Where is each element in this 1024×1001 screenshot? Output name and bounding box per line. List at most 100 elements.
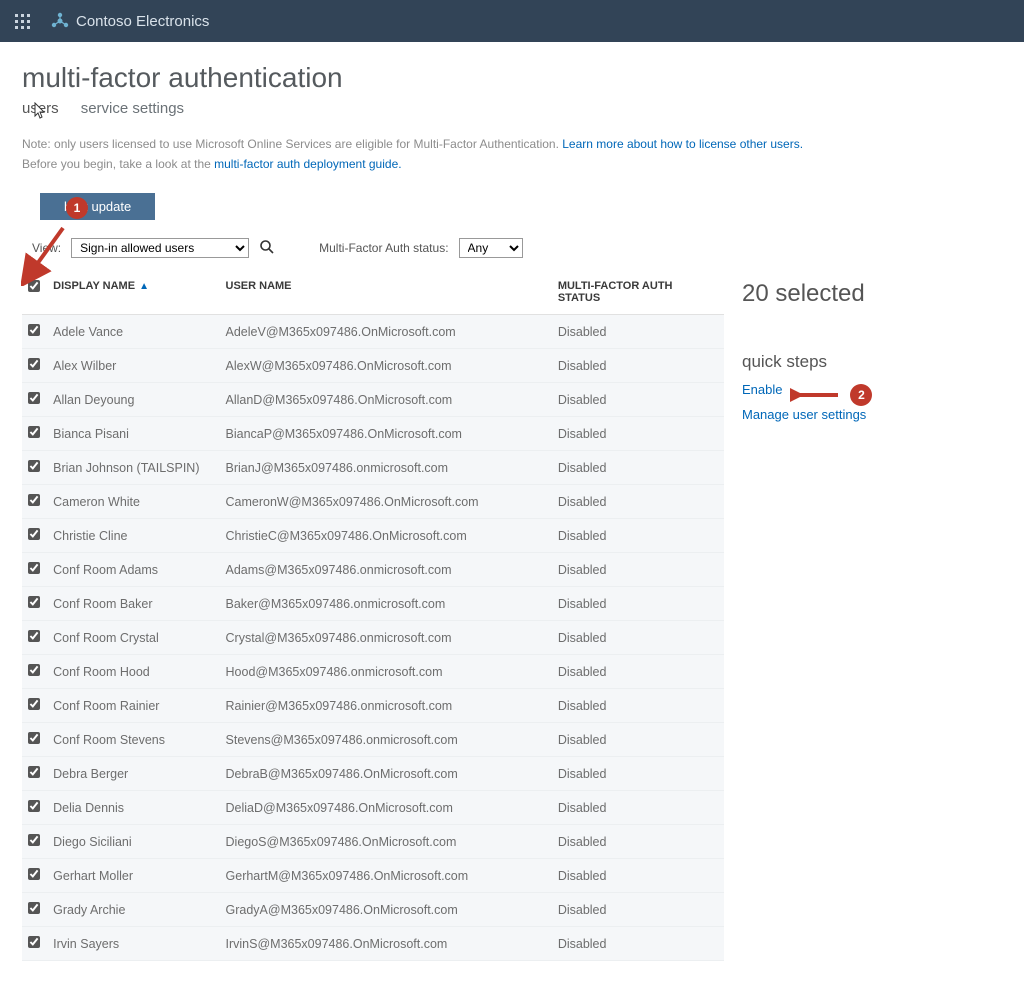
cell-display-name: Gerhart Moller (53, 859, 225, 893)
row-checkbox[interactable] (28, 936, 40, 948)
cell-display-name: Conf Room Adams (53, 553, 225, 587)
cell-user-name: ChristieC@M365x097486.OnMicrosoft.com (226, 519, 558, 553)
cell-user-name: AllanD@M365x097486.OnMicrosoft.com (226, 383, 558, 417)
table-row[interactable]: Grady ArchieGradyA@M365x097486.OnMicroso… (22, 893, 724, 927)
license-note-text: Note: only users licensed to use Microso… (22, 137, 562, 151)
cell-mfa-status: Disabled (558, 893, 724, 927)
side-panel: 20 selected quick steps Enable 2 (742, 270, 1002, 432)
deployment-note-text: Before you begin, take a look at the (22, 157, 214, 171)
table-row[interactable]: Conf Room RainierRainier@M365x097486.onm… (22, 689, 724, 723)
table-row[interactable]: Christie ClineChristieC@M365x097486.OnMi… (22, 519, 724, 553)
tab-users[interactable]: users (22, 100, 59, 117)
app-launcher-icon[interactable] (8, 7, 36, 35)
row-checkbox[interactable] (28, 358, 40, 370)
row-checkbox[interactable] (28, 426, 40, 438)
cell-user-name: Crystal@M365x097486.onmicrosoft.com (226, 621, 558, 655)
cell-display-name: Alex Wilber (53, 349, 225, 383)
manage-user-settings-link[interactable]: Manage user settings (742, 407, 866, 422)
mfa-status-select[interactable]: Any (459, 238, 523, 258)
table-row[interactable]: Delia DennisDeliaD@M365x097486.OnMicroso… (22, 791, 724, 825)
cell-user-name: DebraB@M365x097486.OnMicrosoft.com (226, 757, 558, 791)
cell-display-name: Irvin Sayers (53, 927, 225, 961)
annotation-arrow-2 (790, 387, 842, 403)
cell-mfa-status: Disabled (558, 315, 724, 349)
table-row[interactable]: Alex WilberAlexW@M365x097486.OnMicrosoft… (22, 349, 724, 383)
cell-mfa-status: Disabled (558, 553, 724, 587)
table-row[interactable]: Gerhart MollerGerhartM@M365x097486.OnMic… (22, 859, 724, 893)
table-row[interactable]: Adele VanceAdeleV@M365x097486.OnMicrosof… (22, 315, 724, 349)
table-row[interactable]: Irvin SayersIrvinS@M365x097486.OnMicroso… (22, 927, 724, 961)
row-checkbox[interactable] (28, 732, 40, 744)
table-row[interactable]: Conf Room CrystalCrystal@M365x097486.onm… (22, 621, 724, 655)
cell-display-name: Bianca Pisani (53, 417, 225, 451)
filter-bar: View: Sign-in allowed users Multi-Factor… (32, 238, 1002, 258)
row-checkbox[interactable] (28, 562, 40, 574)
bulk-update-button[interactable]: bulk update (40, 193, 155, 220)
cell-display-name: Conf Room Hood (53, 655, 225, 689)
cell-user-name: BiancaP@M365x097486.OnMicrosoft.com (226, 417, 558, 451)
col-mfa-status[interactable]: MULTI-FACTOR AUTH STATUS (558, 270, 724, 315)
cell-mfa-status: Disabled (558, 485, 724, 519)
table-row[interactable]: Conf Room StevensStevens@M365x097486.onm… (22, 723, 724, 757)
row-checkbox[interactable] (28, 698, 40, 710)
row-checkbox[interactable] (28, 766, 40, 778)
cell-mfa-status: Disabled (558, 383, 724, 417)
cell-mfa-status: Disabled (558, 655, 724, 689)
table-row[interactable]: Conf Room AdamsAdams@M365x097486.onmicro… (22, 553, 724, 587)
col-user-name[interactable]: USER NAME (226, 270, 558, 315)
cell-display-name: Conf Room Crystal (53, 621, 225, 655)
row-checkbox[interactable] (28, 494, 40, 506)
cell-display-name: Debra Berger (53, 757, 225, 791)
table-row[interactable]: Conf Room BakerBaker@M365x097486.onmicro… (22, 587, 724, 621)
row-checkbox[interactable] (28, 392, 40, 404)
license-note-link[interactable]: Learn more about how to license other us… (562, 137, 803, 151)
cell-user-name: AlexW@M365x097486.OnMicrosoft.com (226, 349, 558, 383)
sort-asc-icon: ▲ (139, 281, 149, 292)
cell-mfa-status: Disabled (558, 451, 724, 485)
row-checkbox[interactable] (28, 460, 40, 472)
row-checkbox[interactable] (28, 528, 40, 540)
table-row[interactable]: Cameron WhiteCameronW@M365x097486.OnMicr… (22, 485, 724, 519)
row-checkbox[interactable] (28, 834, 40, 846)
table-row[interactable]: Allan DeyoungAllanD@M365x097486.OnMicros… (22, 383, 724, 417)
page-body: 1 multi-factor authentication users serv… (0, 42, 1024, 1001)
row-checkbox[interactable] (28, 664, 40, 676)
row-checkbox[interactable] (28, 800, 40, 812)
cell-mfa-status: Disabled (558, 791, 724, 825)
search-icon[interactable] (259, 239, 275, 258)
annotation-arrow-1 (21, 224, 69, 286)
table-row[interactable]: Bianca PisaniBiancaP@M365x097486.OnMicro… (22, 417, 724, 451)
row-checkbox[interactable] (28, 596, 40, 608)
user-table: DISPLAY NAME▲ USER NAME MULTI-FACTOR AUT… (22, 270, 724, 961)
cell-display-name: Conf Room Rainier (53, 689, 225, 723)
cell-user-name: BrianJ@M365x097486.onmicrosoft.com (226, 451, 558, 485)
row-checkbox[interactable] (28, 868, 40, 880)
cell-mfa-status: Disabled (558, 757, 724, 791)
deployment-guide-link[interactable]: multi-factor auth deployment guide. (214, 157, 401, 171)
row-checkbox[interactable] (28, 324, 40, 336)
deployment-note: Before you begin, take a look at the mul… (22, 155, 1002, 173)
table-row[interactable]: Diego SicilianiDiegoS@M365x097486.OnMicr… (22, 825, 724, 859)
brand: Contoso Electronics (50, 11, 209, 31)
page-title: multi-factor authentication (22, 62, 1002, 94)
table-row[interactable]: Debra BergerDebraB@M365x097486.OnMicroso… (22, 757, 724, 791)
cell-user-name: DeliaD@M365x097486.OnMicrosoft.com (226, 791, 558, 825)
tab-service-settings[interactable]: service settings (81, 100, 184, 117)
cell-display-name: Allan Deyoung (53, 383, 225, 417)
cell-user-name: GerhartM@M365x097486.OnMicrosoft.com (226, 859, 558, 893)
cell-mfa-status: Disabled (558, 927, 724, 961)
table-row[interactable]: Conf Room HoodHood@M365x097486.onmicroso… (22, 655, 724, 689)
row-checkbox[interactable] (28, 902, 40, 914)
cell-display-name: Delia Dennis (53, 791, 225, 825)
annotation-badge-1: 1 (66, 197, 88, 219)
view-select[interactable]: Sign-in allowed users (71, 238, 249, 258)
cell-user-name: IrvinS@M365x097486.OnMicrosoft.com (226, 927, 558, 961)
annotation-badge-2: 2 (850, 384, 872, 406)
cell-user-name: Adams@M365x097486.onmicrosoft.com (226, 553, 558, 587)
table-row[interactable]: Brian Johnson (TAILSPIN)BrianJ@M365x0974… (22, 451, 724, 485)
cell-display-name: Brian Johnson (TAILSPIN) (53, 451, 225, 485)
enable-link[interactable]: Enable (742, 382, 782, 397)
cell-user-name: GradyA@M365x097486.OnMicrosoft.com (226, 893, 558, 927)
col-display-name[interactable]: DISPLAY NAME▲ (53, 270, 225, 315)
row-checkbox[interactable] (28, 630, 40, 642)
